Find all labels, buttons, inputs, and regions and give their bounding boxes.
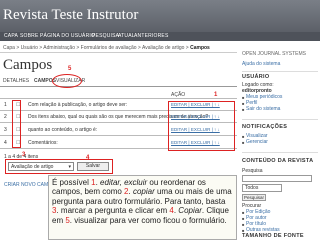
nav-anteriores[interactable]: ANTERIORES — [134, 33, 169, 39]
font-size-heading: TAMANHO DE FONTE — [242, 233, 304, 239]
user-heading: USUÁRIO — [242, 74, 270, 80]
row-question: Comentários: — [28, 140, 58, 146]
row-number: 3 — [4, 127, 7, 133]
sidebar: OPEN JOURNAL SYSTEMS Ajuda do sistema US… — [242, 41, 320, 240]
bullet-icon: ■ — [242, 95, 245, 100]
row-number: 4 — [4, 140, 7, 146]
bullet-icon: ■ — [242, 101, 245, 106]
search-scope-select[interactable]: Todos — [242, 184, 282, 192]
nav-sobre[interactable]: SOBRE — [20, 33, 39, 39]
tooltip-italic: editar, excluir — [100, 178, 148, 187]
annotation-number-1: 1 — [214, 92, 218, 98]
instruction-tooltip: É possível 1. editar, excluir ou reorden… — [48, 175, 237, 240]
ojs-label: OPEN JOURNAL SYSTEMS — [242, 51, 306, 57]
breadcrumb-path[interactable]: Capa > Usuário > Administração > Formulá… — [3, 45, 190, 51]
annotation-number-4: 4 — [86, 155, 90, 161]
nav-pagina-usuario[interactable]: PÁGINA DO USUÁRIO — [40, 33, 95, 39]
row-question: quanto ao conteúdo, o artigo é: — [28, 127, 98, 133]
search-label: Pesquisa — [242, 168, 263, 174]
bullet-icon: ■ — [242, 210, 245, 215]
site-title[interactable]: Revista Teste Instrutor — [3, 7, 138, 24]
notif-manage-link[interactable]: Gerenciar — [246, 139, 268, 145]
sidebar-divider — [242, 152, 318, 153]
annotation-actions-box — [168, 101, 235, 151]
breadcrumb: Capa > Usuário > Administração > Formulá… — [3, 45, 210, 51]
annotation-number-5: 5 — [68, 66, 72, 72]
nav-atual[interactable]: ATUAL — [118, 33, 135, 39]
search-scope-value: Todos — [245, 185, 259, 191]
annotation-select-box — [5, 159, 113, 174]
table-header-line — [0, 98, 237, 99]
breadcrumb-current: Campos — [190, 45, 210, 51]
search-button[interactable]: Pesquisar — [242, 194, 266, 201]
tooltip-italic: Copiar — [178, 206, 202, 216]
sidebar-divider — [242, 71, 318, 72]
journal-content-heading: CONTEÚDO DA REVISTA — [242, 158, 314, 164]
row-number: 2 — [4, 114, 7, 120]
main-nav: CAPA SOBRE PÁGINA DO USUÁRIO PESQUISA AT… — [0, 32, 320, 41]
bullet-icon: ■ — [242, 222, 245, 227]
sidebar-divider — [242, 119, 318, 120]
bullet-icon: ■ — [242, 107, 245, 112]
annotation-checkbox-box — [12, 100, 21, 148]
tabs-underline — [0, 86, 237, 87]
nav-pesquisa[interactable]: PESQUISA — [92, 33, 119, 39]
search-input[interactable] — [242, 175, 312, 182]
help-link[interactable]: Ajuda do sistema — [242, 61, 280, 67]
tooltip-text: . marcar a pergunta e clicar em — [56, 206, 170, 216]
bullet-icon: ■ — [242, 216, 245, 221]
tooltip-italic: copiar — [132, 187, 155, 197]
row-question: Com relação à publicação, o artigo deve … — [28, 102, 128, 108]
tab-detalhes[interactable]: DETALHES — [3, 78, 29, 84]
row-number: 1 — [4, 102, 7, 108]
nav-capa[interactable]: CAPA — [4, 33, 18, 39]
annotation-visualizar-oval — [52, 74, 82, 88]
tooltip-text: . visualizar para ver como ficou o formu… — [69, 215, 227, 225]
notifications-heading: NOTIFICAÇÕES — [242, 124, 288, 130]
site-header: Revista Teste Instrutor — [0, 0, 320, 32]
divider — [0, 52, 237, 53]
logout-link[interactable]: Sair do sistema — [246, 106, 280, 112]
bullet-icon: ■ — [242, 140, 245, 145]
page-title: Campos — [3, 57, 53, 73]
tooltip-text: É possível — [52, 178, 92, 187]
bullet-icon: ■ — [242, 134, 245, 139]
